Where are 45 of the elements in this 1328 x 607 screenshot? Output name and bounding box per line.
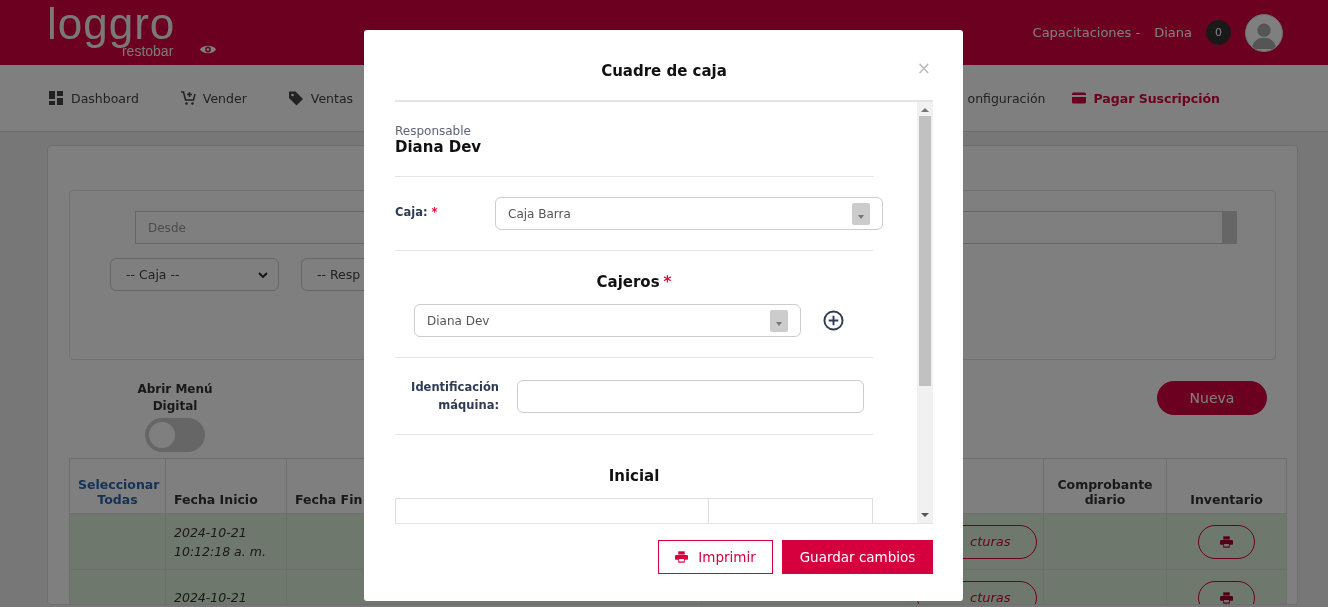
toggle-label: Abrir Menú Digital — [136, 381, 214, 415]
field-label: Caja: — [395, 204, 428, 219]
toggle-switch[interactable] — [145, 418, 205, 452]
responsible-name: Diana Dev — [395, 138, 483, 156]
chevron-down-icon — [258, 271, 268, 278]
eye-icon[interactable] — [199, 43, 218, 56]
user-avatar[interactable] — [1245, 13, 1283, 52]
input-field[interactable] — [517, 379, 864, 413]
nav-link[interactable]: Vender — [179, 90, 247, 106]
column-header: Comprobante diario — [1057, 477, 1153, 507]
user-name[interactable]: Diana — [1154, 25, 1192, 40]
new-button[interactable]: Nueva — [1157, 381, 1267, 415]
column-header: Fecha Inicio — [174, 492, 258, 507]
tag-icon — [287, 90, 304, 106]
printer-icon — [1220, 535, 1233, 548]
table-cell-text: 2024-10-21 — [174, 589, 248, 604]
column-header: Fecha Fin — [295, 492, 363, 507]
section-heading: Inicial — [607, 467, 661, 485]
select-field[interactable]: Diana Dev — [414, 304, 801, 337]
required-mark: * — [663, 273, 672, 291]
nav-link[interactable]: onfiguración — [967, 90, 1046, 106]
section-heading: Cajeros — [596, 273, 660, 291]
field-label: Identificación máquina: — [410, 379, 499, 414]
column-header: Inventario — [1190, 492, 1263, 507]
nav-link[interactable]: Dashboard — [48, 90, 139, 106]
printer-icon — [1220, 591, 1233, 604]
modal-title: Cuadre de caja — [601, 62, 727, 80]
input-addon[interactable] — [1223, 211, 1237, 244]
print-button[interactable]: Imprimir — [658, 540, 773, 574]
plus-circle-icon[interactable] — [823, 310, 844, 331]
save-button[interactable]: Guardar cambios — [782, 540, 933, 574]
dashboard-icon — [48, 90, 64, 106]
select-field[interactable]: -- Caja -- — [110, 258, 279, 291]
credit-card-icon — [1070, 90, 1087, 106]
notification-count[interactable]: 0 — [1206, 20, 1231, 45]
select-field[interactable]: Caja Barra — [495, 197, 883, 230]
nav-link[interactable]: Ventas — [287, 90, 354, 106]
nav-link[interactable]: Pagar Suscripción — [1070, 90, 1220, 106]
scrollbar[interactable] — [917, 102, 933, 523]
field-label: Responsable — [395, 124, 472, 138]
printer-icon — [675, 551, 689, 563]
company-name[interactable]: Capacitaciones - — [1032, 25, 1141, 40]
table-cell-text: 2024-10-21 10:12:18 a. m. — [174, 523, 267, 561]
required-mark: * — [431, 204, 438, 219]
cart-plus-icon — [179, 90, 196, 106]
